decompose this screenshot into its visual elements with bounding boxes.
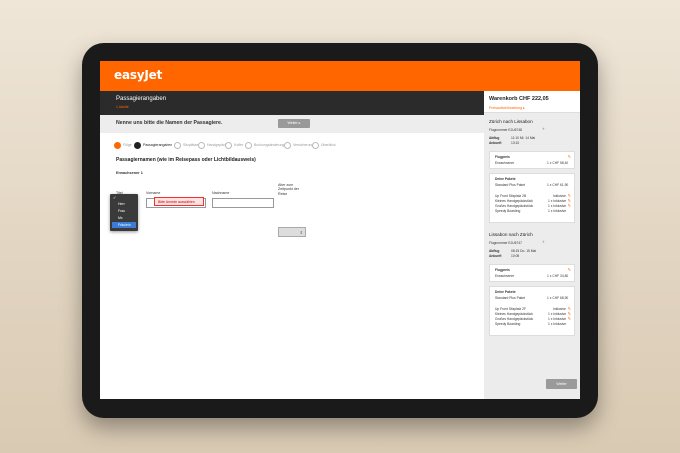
outbound-title: Zürich nach Lissabon — [489, 119, 533, 124]
weiter-button-cart[interactable]: Weiter — [546, 379, 577, 389]
list-item: Großes Handgepäckstück — [495, 317, 534, 321]
inbound-title: Lissabon nach Zürich — [489, 232, 533, 237]
chevron-down-icon: ⇕ — [299, 230, 303, 235]
age-select[interactable]: ⇕ — [278, 227, 306, 237]
list-item-value: 1 x Inklusive — [548, 317, 567, 321]
step-koffer[interactable]: Koffer — [225, 141, 243, 149]
list-item-value: 1 x Inklusive — [548, 199, 567, 203]
weiter-button-top[interactable]: Weiter ▸ — [278, 119, 310, 128]
list-item: Speedy Boarding — [495, 209, 521, 213]
outbound-fare-card: Flugpreis ✎ Erwachsener 1 x CHF 58,40 — [489, 151, 575, 169]
inbound-depart-label: Abflug — [489, 249, 500, 253]
outbound-flight-number: Flugnummer EJU6748 — [489, 128, 522, 132]
title-option-fraeulein[interactable]: Fräulein — [112, 222, 136, 228]
plane-icon: ✈ — [542, 240, 545, 244]
inbound-flight-number: Flugnummer EJU6747 — [489, 241, 522, 245]
list-item-value: 1 x Inklusive — [548, 209, 567, 213]
inbound-fare-value: 1 x CHF 34,80 — [547, 274, 569, 278]
outbound-fare-value: 1 x CHF 58,40 — [547, 161, 569, 165]
cart-total: Warenkorb CHF 222,05 — [489, 96, 549, 102]
inbound-arrive-label: Ankunft — [489, 254, 502, 258]
edit-icon[interactable]: ✎ — [568, 154, 571, 159]
outbound-pkg-value: 1 x CHF 61,90 — [547, 183, 569, 187]
step-fluege[interactable]: Flüge — [114, 141, 132, 149]
inbound-pkg-row: Standard Plus Paket — [495, 296, 526, 300]
step-sitzplaetze[interactable]: Sitzplätze — [174, 141, 198, 149]
edit-icon[interactable]: ✎ — [568, 267, 571, 272]
lastname-label: Nachname — [212, 191, 230, 195]
outbound-depart-value: 11:10 Mi. 14 Mai — [511, 136, 536, 140]
step-ueberblick[interactable]: Überblick — [312, 141, 336, 149]
step-dot-icon — [312, 141, 319, 149]
list-item-value: 1 x Inklusive — [548, 204, 567, 208]
adult-label: Erwachsener 1 — [116, 171, 143, 175]
list-item: Großes Handgepäckstück — [495, 204, 534, 208]
list-item-value: Inklusive — [553, 194, 566, 198]
price-breakdown-link[interactable]: Preisaufschlüsselung ▸ — [489, 106, 525, 110]
outbound-arrive-value: 13:10 — [511, 141, 520, 145]
inbound-arrive-value: 10:05 — [511, 254, 520, 258]
notice-text: Nenne uns bitte die Namen der Passagiere… — [116, 120, 223, 126]
step-dot-icon — [245, 141, 252, 149]
step-dot-icon — [225, 141, 232, 149]
list-item: Kleines Handgepäckstück — [495, 312, 533, 316]
title-error-tooltip: Bitte Anrede auswählen — [154, 197, 204, 206]
person-icon — [134, 141, 141, 149]
inbound-depart-value: 08:15 Do. 15 Mai — [511, 249, 537, 253]
age-label: Alter zum Zeitpunkt der Reise — [278, 183, 299, 196]
step-buchungsaenderung[interactable]: Buchungsänderung — [245, 141, 284, 149]
outbound-depart-label: Abflug — [489, 136, 500, 140]
title-option-frau[interactable]: Frau — [112, 208, 136, 214]
list-item-value: 1 x Inklusive — [548, 322, 567, 326]
list-item: Speedy Boarding — [495, 322, 521, 326]
inbound-package-card: Deine Pakete Standard Plus Paket 1 x CHF… — [489, 286, 575, 336]
plane-icon: ✈ — [542, 127, 545, 131]
inbound-pkg-title: Deine Pakete — [495, 290, 516, 294]
title-option-mx[interactable]: Mx — [112, 215, 136, 221]
inbound-pkg-value: 1 x CHF 68,90 — [547, 296, 569, 300]
cart-header: Warenkorb CHF 222,05 Preisaufschlüsselun… — [484, 91, 580, 113]
step-dot-icon — [284, 141, 291, 149]
cart-sidebar: Warenkorb CHF 222,05 Preisaufschlüsselun… — [484, 91, 580, 399]
step-passagierangaben[interactable]: Passagierangaben — [134, 141, 172, 149]
browser-screen: easyJet Passagierangaben 1 Adulte Nenne … — [100, 61, 580, 399]
list-item-value: 1 x Inklusive — [548, 312, 567, 316]
list-item-value: Inklusive — [553, 307, 566, 311]
edit-icon[interactable]: ✎ — [568, 316, 571, 321]
inbound-fare-card: Flugpreis ✎ Erwachsener 1 x CHF 34,80 — [489, 264, 575, 282]
outbound-fare-title: Flugpreis — [495, 155, 510, 159]
edit-icon[interactable]: ✎ — [568, 203, 571, 208]
outbound-fare-row: Erwachsener — [495, 161, 515, 165]
inbound-fare-row: Erwachsener — [495, 274, 515, 278]
outbound-arrive-label: Ankunft — [489, 141, 502, 145]
step-dot-icon — [114, 141, 121, 149]
list-item: Up Front Sitzplatz 2B — [495, 194, 527, 198]
notice-bar: Nenne uns bitte die Namen der Passagiere… — [100, 115, 484, 133]
title-dropdown[interactable]: ✓ Herr Frau Mx Fräulein — [110, 194, 138, 231]
step-handgepaeck[interactable]: Handgepäck — [198, 141, 227, 149]
lastname-input[interactable] — [212, 198, 274, 208]
inbound-fare-title: Flugpreis — [495, 268, 510, 272]
page-header: Passagierangaben 1 Adulte — [100, 91, 484, 115]
checkmark-icon: ✓ — [113, 195, 117, 200]
progress-steps: Flüge Passagierangaben Sitzplätze Handge… — [114, 141, 444, 151]
outbound-package-card: Deine Pakete Standard Plus Paket 1 x CHF… — [489, 173, 575, 223]
title-option-herr[interactable]: Herr — [112, 201, 136, 207]
step-versicherung[interactable]: Versicherung — [284, 141, 313, 149]
step-dot-icon — [198, 141, 205, 149]
top-bar: easyJet — [100, 61, 580, 91]
list-item: Kleines Handgepäckstück — [495, 199, 533, 203]
main-content: Passagierangaben 1 Adulte Nenne uns bitt… — [100, 91, 484, 399]
list-item: Up Front Sitzplatz 2F — [495, 307, 526, 311]
outbound-pkg-title: Deine Pakete — [495, 177, 516, 181]
firstname-label: Vorname — [146, 191, 161, 195]
outbound-pkg-row: Standard Plus Paket — [495, 183, 526, 187]
step-dot-icon — [174, 141, 181, 149]
passenger-count: 1 Adulte — [116, 105, 129, 109]
section-title: Passagiernamen (wie im Reisepass oder Li… — [116, 157, 256, 163]
page-title: Passagierangaben — [116, 96, 167, 102]
easyjet-logo[interactable]: easyJet — [114, 68, 162, 82]
